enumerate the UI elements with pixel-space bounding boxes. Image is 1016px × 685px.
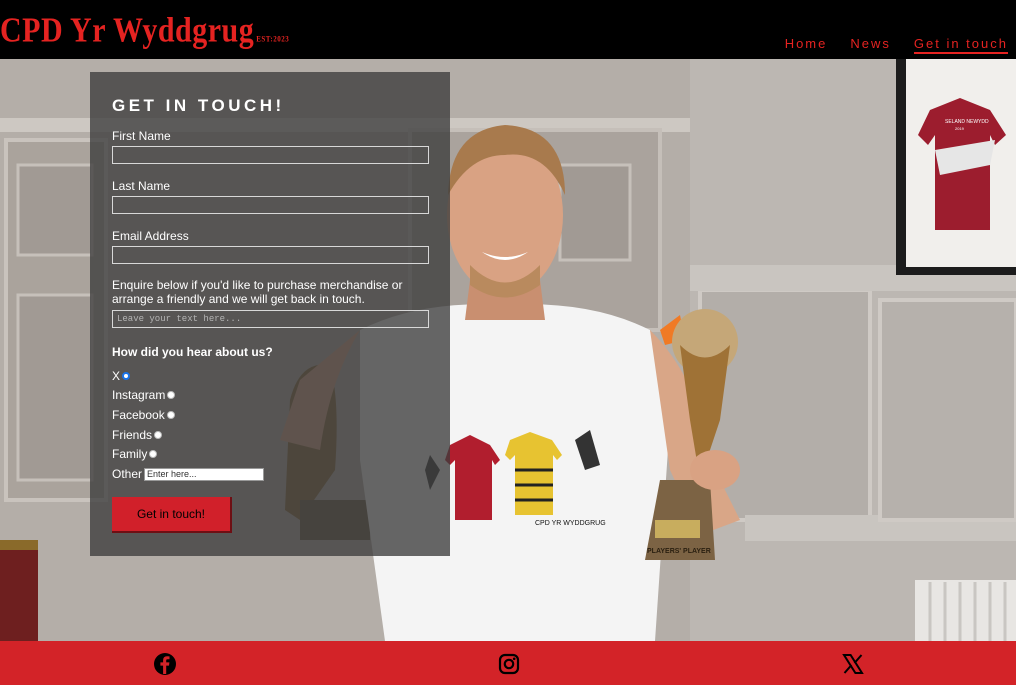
form-title: GET IN TOUCH!	[112, 96, 285, 115]
site-logo[interactable]: CPD Yr Wyddgrug EST:2023	[0, 11, 290, 50]
option-instagram-label: Instagram	[112, 388, 166, 402]
enquiry-label: Enquire below if you'd like to purchase …	[112, 278, 403, 306]
other-input[interactable]	[144, 467, 265, 481]
enquiry-textarea[interactable]	[112, 310, 429, 328]
frame-text: SELAND NEWYDD	[945, 119, 989, 125]
first-name-label: First Name	[112, 129, 171, 143]
first-name-input[interactable]	[112, 146, 429, 164]
option-other: Other	[112, 467, 265, 481]
option-other-label: Other	[112, 467, 143, 481]
submit-button[interactable]: Get in touch!	[112, 497, 232, 533]
hear-about-question: How did you hear about us?	[112, 345, 273, 359]
shirt-text: CPD YR WYDDGRUG	[535, 520, 606, 527]
nav-home[interactable]: Home	[785, 37, 828, 54]
option-family-radio[interactable]	[149, 450, 158, 458]
option-facebook-radio[interactable]	[166, 411, 175, 419]
option-family-label: Family	[112, 447, 148, 461]
option-instagram[interactable]: Instagram	[112, 388, 176, 402]
option-facebook-label: Facebook	[112, 408, 165, 422]
last-name-input[interactable]	[112, 196, 429, 214]
option-x-radio[interactable]	[122, 372, 131, 380]
main-nav: Home News Get in touch	[785, 37, 1008, 54]
last-name-label: Last Name	[112, 179, 171, 193]
option-x-label: X	[112, 369, 121, 383]
email-label: Email Address	[112, 229, 189, 243]
logo-text: CPD Yr Wyddgrug	[0, 11, 255, 50]
option-friends-label: Friends	[112, 428, 153, 442]
nav-get-in-touch[interactable]: Get in touch	[913, 37, 1008, 54]
nav-news[interactable]: News	[850, 37, 891, 54]
x-icon[interactable]	[841, 652, 865, 676]
option-instagram-radio[interactable]	[167, 391, 176, 399]
site-footer	[0, 641, 1016, 685]
trophy-text: PLAYERS' PLAYER	[647, 548, 711, 555]
facebook-icon[interactable]	[153, 652, 177, 676]
site-header: CPD Yr Wyddgrug EST:2023 Home News Get in…	[0, 0, 1016, 59]
contact-form: GET IN TOUCH! First Name Last Name Email…	[90, 72, 450, 556]
instagram-icon[interactable]	[497, 652, 521, 676]
frame-year: 2019	[955, 126, 965, 131]
option-friends[interactable]: Friends	[112, 428, 163, 442]
email-input[interactable]	[112, 246, 429, 264]
option-friends-radio[interactable]	[154, 431, 163, 439]
option-family[interactable]: Family	[112, 447, 158, 461]
logo-established: EST:2023	[256, 34, 290, 44]
option-x[interactable]: X	[112, 369, 131, 383]
option-facebook[interactable]: Facebook	[112, 408, 175, 422]
